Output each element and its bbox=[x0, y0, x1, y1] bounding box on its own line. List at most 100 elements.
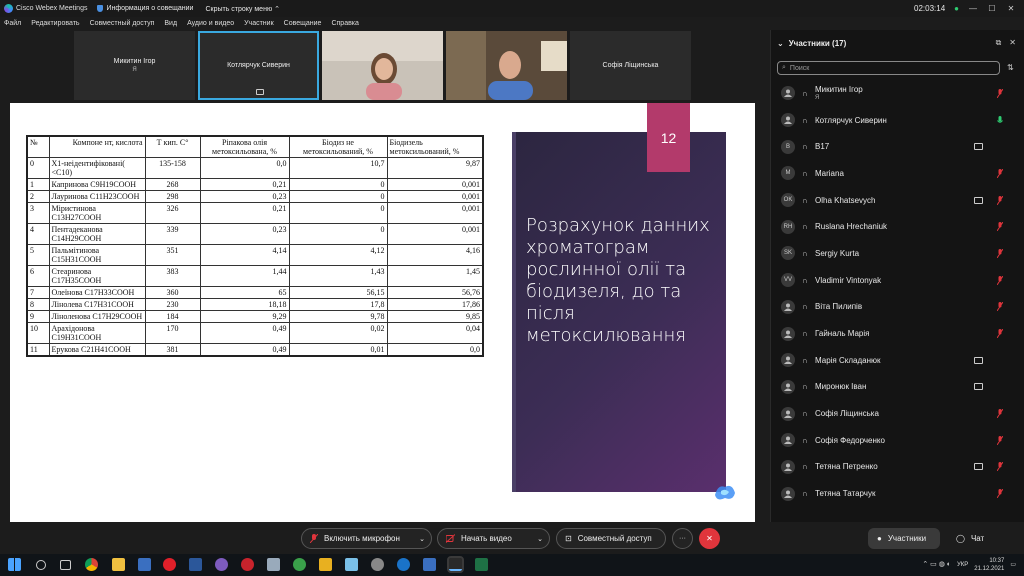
participant-row[interactable]: ∩ Микитин Ігор Я bbox=[771, 80, 1024, 107]
viber-icon[interactable] bbox=[215, 558, 228, 571]
table-row: 0 Х1-неідентифіковані( <C10) 135-158 0,0 10,… bbox=[26, 157, 484, 179]
table-cell: 1,43 bbox=[288, 265, 388, 287]
menu-share[interactable]: Совместный доступ bbox=[90, 20, 155, 27]
participant-row[interactable]: ∩ Софія Федорченко bbox=[771, 427, 1024, 454]
participant-sub: Я bbox=[815, 95, 820, 101]
participant-row[interactable]: SK ∩ Sergiy Kurta bbox=[771, 240, 1024, 267]
mic-muted-icon bbox=[997, 222, 1003, 232]
participant-row[interactable]: ∩ Тетяна Петренко bbox=[771, 454, 1024, 481]
video-tile-camera-woman[interactable] bbox=[322, 31, 443, 100]
tray-icons[interactable]: ⌃ ▭ ◍ ◐ bbox=[922, 561, 951, 569]
meeting-info-button[interactable]: Информация о совещании bbox=[97, 5, 193, 12]
col-header: Т кип. С° bbox=[144, 135, 201, 158]
search-icon: ⌕ bbox=[782, 64, 786, 71]
table-cell: 10 bbox=[26, 322, 50, 344]
participant-row[interactable]: ∩ Миронюк Іван bbox=[771, 374, 1024, 401]
table-row: 3 Міристинова C13H27COOH 326 0,21 0 0,001 bbox=[26, 202, 484, 224]
participant-row[interactable]: RH ∩ Ruslana Hrechaniuk bbox=[771, 213, 1024, 240]
minimize-button[interactable]: — bbox=[968, 4, 978, 13]
table-cell: Міристинова C13H27COOH bbox=[48, 202, 146, 224]
search-input[interactable]: ⌕ Поиск bbox=[777, 61, 1000, 75]
menu-help[interactable]: Справка bbox=[331, 20, 358, 27]
chrome-icon[interactable] bbox=[85, 558, 98, 571]
menu-view[interactable]: Вид bbox=[164, 20, 177, 27]
file-explorer-icon[interactable] bbox=[112, 558, 125, 571]
popout-icon[interactable]: ⧉ bbox=[996, 38, 1002, 48]
table-cell: 339 bbox=[144, 223, 201, 245]
slide-title: Розрахунок данних хроматограм рослинної … bbox=[526, 215, 710, 346]
participant-row[interactable]: OK ∩ Olha Khatsevych bbox=[771, 187, 1024, 214]
video-tile-lishchynska[interactable]: Софія Ліщинська bbox=[570, 31, 691, 100]
col-header: Ріпакова олія метоксильована, % bbox=[199, 135, 290, 158]
windows-start-icon[interactable] bbox=[8, 558, 21, 571]
participant-row[interactable]: B ∩ B17 bbox=[771, 133, 1024, 160]
app-icon[interactable] bbox=[345, 558, 358, 571]
vivaldi-icon[interactable] bbox=[241, 558, 254, 571]
participant-row[interactable]: ∩ Тетяна Татарчук bbox=[771, 480, 1024, 507]
table-cell: 11 bbox=[26, 343, 50, 357]
menu-participant[interactable]: Участник bbox=[244, 20, 274, 27]
table-row: 1 Капринова C9H19COOH 268 0,21 0 0,001 bbox=[26, 178, 484, 191]
table-cell: 0,49 bbox=[199, 343, 290, 357]
mic-muted-icon bbox=[997, 329, 1003, 339]
participant-row[interactable]: ∩ Марія Складанюк bbox=[771, 347, 1024, 374]
participant-row[interactable]: ∩ Віта Пилипів bbox=[771, 294, 1024, 321]
close-panel-icon[interactable]: ✕ bbox=[1009, 38, 1016, 48]
menu-edit[interactable]: Редактировать bbox=[31, 20, 79, 27]
title-bar: Cisco Webex Meetings Информация о совеща… bbox=[0, 0, 1024, 17]
table-cell: 1,44 bbox=[199, 265, 290, 287]
mute-label: Включить микрофон bbox=[324, 534, 400, 543]
sort-icon[interactable]: ⇅ bbox=[1007, 63, 1014, 72]
menu-file[interactable]: Файл bbox=[4, 20, 21, 27]
maximize-button[interactable]: ☐ bbox=[987, 4, 997, 13]
archive-icon[interactable] bbox=[319, 558, 332, 571]
leave-button[interactable]: ✕ bbox=[699, 528, 720, 549]
participant-row[interactable]: ∩ Гайналь Марія bbox=[771, 320, 1024, 347]
hide-menu-button[interactable]: Скрыть строку меню ⌃ bbox=[205, 5, 280, 13]
search-icon[interactable] bbox=[36, 560, 46, 570]
video-off-icon bbox=[446, 534, 455, 543]
video-tile-myktyn[interactable]: Микитин Ігор Я bbox=[74, 31, 195, 100]
share-button[interactable]: ⊡ Совместный доступ bbox=[556, 528, 666, 549]
table-cell: Олеїнова C17H33COOH bbox=[48, 286, 146, 299]
task-view-icon[interactable] bbox=[60, 560, 71, 570]
save-app-icon[interactable] bbox=[423, 558, 436, 571]
table-row: 4 Пентадеканова C14H29COOH 339 0,23 0 0,001 bbox=[26, 223, 484, 245]
close-window-button[interactable]: ✕ bbox=[1006, 4, 1016, 13]
chat-button[interactable]: ◯ Чат bbox=[948, 528, 990, 549]
avatar bbox=[781, 433, 795, 448]
collapse-icon[interactable]: ⌄ bbox=[777, 39, 784, 48]
participant-row[interactable]: ∩ Софія Ліщинська bbox=[771, 400, 1024, 427]
participants-button[interactable]: ● Участники bbox=[868, 528, 940, 549]
hide-menu-label: Скрыть строку меню bbox=[205, 5, 273, 13]
video-tile-kotliarchuk[interactable]: Котлярчук Сиверин bbox=[198, 31, 319, 100]
menu-meeting[interactable]: Совещание bbox=[284, 20, 322, 27]
chevron-down-icon[interactable]: ⌄ bbox=[537, 535, 543, 543]
tool-icon[interactable] bbox=[371, 558, 384, 571]
participant-row[interactable]: ∩ Котлярчук Сиверин bbox=[771, 107, 1024, 134]
browser-icon[interactable] bbox=[397, 558, 410, 571]
opera-icon[interactable] bbox=[163, 558, 176, 571]
app-icon[interactable] bbox=[293, 558, 306, 571]
more-button[interactable]: ··· bbox=[672, 528, 693, 549]
col-header: Компоне нт, кислота bbox=[48, 135, 146, 158]
mute-button[interactable]: Включить микрофон ⌄ bbox=[301, 528, 432, 549]
excel-icon[interactable] bbox=[475, 558, 488, 571]
video-tile-camera-man[interactable] bbox=[446, 31, 567, 100]
word-icon[interactable] bbox=[189, 558, 202, 571]
participant-row[interactable]: VV ∩ Vladimir Vintonyak bbox=[771, 267, 1024, 294]
participant-name: Ruslana Hrechaniuk bbox=[815, 222, 888, 232]
menu-audio-video[interactable]: Аудио и видео bbox=[187, 20, 234, 27]
save-app-icon[interactable] bbox=[138, 558, 151, 571]
participant-name: Olha Khatsevych bbox=[815, 195, 876, 205]
start-video-button[interactable]: Начать видео ⌄ bbox=[437, 528, 550, 549]
participant-row[interactable]: M ∩ Mariana bbox=[771, 160, 1024, 187]
participants-panel: ⌄ Участники (17) ⧉ ✕ ⌕ Поиск ⇅ ∩ Микитин І… bbox=[770, 30, 1024, 522]
notification-icon[interactable]: ▭ bbox=[1010, 561, 1016, 569]
chevron-down-icon[interactable]: ⌄ bbox=[419, 535, 425, 543]
language-indicator[interactable]: УКР bbox=[957, 561, 968, 569]
table-row: 2 Лауринова C11H23COOH 298 0,23 0 0,001 bbox=[26, 190, 484, 203]
webex-taskbar-icon[interactable] bbox=[447, 556, 464, 573]
table-cell: Лінолева C17H31COOH bbox=[48, 298, 146, 311]
notepad-icon[interactable] bbox=[267, 558, 280, 571]
